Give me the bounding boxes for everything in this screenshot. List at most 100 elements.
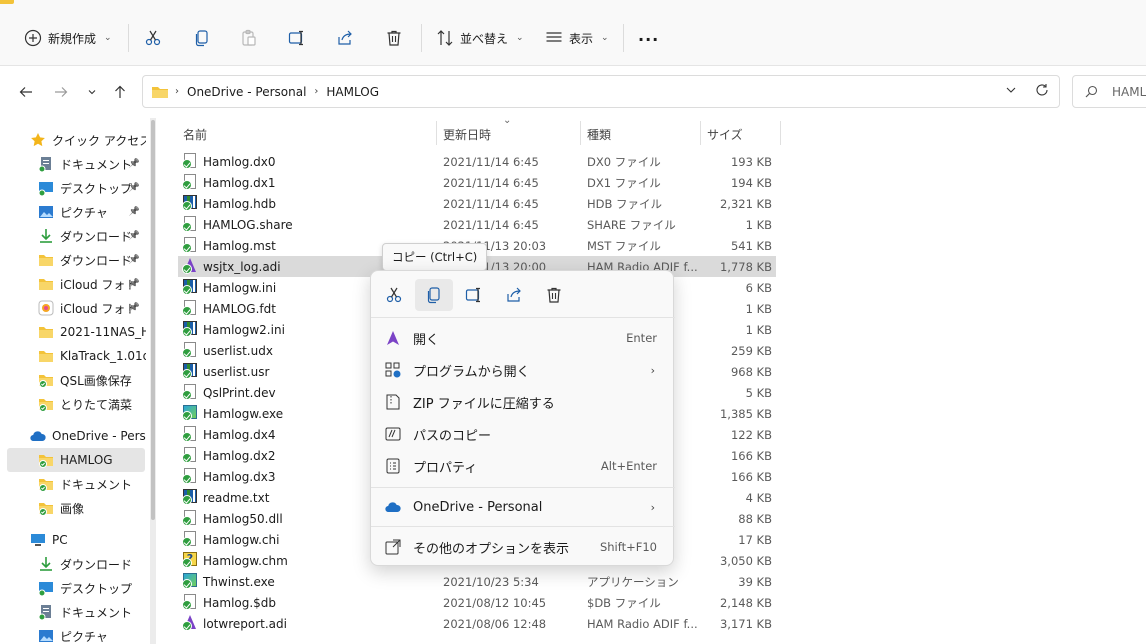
nav-item[interactable]: デスクトップ 📌 [0, 176, 146, 200]
menu-more-options[interactable]: その他のオプションを表示 Shift+F10 [375, 532, 671, 562]
file-row[interactable]: Thwinst.exe 2021/10/23 5:34 アプリケーション 39 KB [178, 571, 776, 592]
pc-icon [30, 532, 46, 548]
rename-button[interactable] [288, 22, 306, 54]
ctx-cut-button[interactable] [375, 279, 413, 311]
file-name: HAMLOG.share [203, 217, 293, 232]
nav-item-label: ピクチャ [60, 205, 108, 220]
sort-button[interactable]: 並べ替え ⌄ [436, 22, 524, 54]
hamlog-file-icon [182, 489, 198, 505]
up-button[interactable] [108, 80, 132, 104]
copy-button[interactable] [193, 22, 211, 54]
column-header-date[interactable]: 更新日時 [443, 124, 491, 144]
share-icon [338, 30, 352, 45]
file-type: SHARE ファイル [587, 217, 676, 232]
address-bar[interactable]: › OneDrive - Personal › HAMLOG [142, 75, 1060, 108]
recent-locations-button[interactable] [80, 80, 104, 104]
copy-path-icon [385, 427, 401, 441]
nav-item[interactable]: ドキュメント [0, 600, 146, 624]
new-button[interactable]: 新規作成 ⌄ [24, 22, 112, 54]
ctx-share-button[interactable] [495, 279, 533, 311]
nav-item[interactable]: iCloud フォト 📌 [0, 296, 146, 320]
nav-item[interactable]: 2021-11NAS_HD [0, 320, 146, 344]
nav-item[interactable]: iCloud フォト 📌 [0, 272, 146, 296]
nav-item[interactable]: ピクチャ 📌 [0, 200, 146, 224]
file-size: 2,321 KB [719, 196, 772, 211]
paste-icon [242, 29, 256, 46]
search-box[interactable]: HAML [1072, 75, 1146, 108]
nav-item[interactable]: OneDrive - Persor [0, 424, 146, 448]
desktop-icon [38, 580, 54, 597]
share-button[interactable] [336, 22, 354, 54]
menu-onedrive[interactable]: OneDrive - Personal › [375, 492, 671, 522]
folder-icon [38, 348, 54, 364]
nav-item-label: ドキュメント [60, 157, 133, 172]
menu-properties[interactable]: プロパティ Alt+Enter [375, 451, 671, 481]
nav-item[interactable]: ドキュメント 📌 [0, 152, 146, 176]
column-divider[interactable] [580, 121, 581, 145]
ctx-delete-button[interactable] [535, 279, 573, 311]
file-row[interactable]: Hamlog.dx0 2021/11/14 6:45 DX0 ファイル 193 KB [178, 151, 776, 172]
refresh-button[interactable] [1035, 83, 1049, 100]
column-header-size[interactable]: サイズ [707, 124, 743, 144]
file-row[interactable]: Hamlog.hdb 2021/11/14 6:45 HDB ファイル 2,321 K… [178, 193, 776, 214]
file-row[interactable]: HAMLOG.share 2021/11/14 6:45 SHARE ファイル 1 K… [178, 214, 776, 235]
forward-button[interactable] [49, 80, 73, 104]
file-name: Hamlog.mst [203, 238, 276, 253]
nav-scrollbar-thumb[interactable] [151, 120, 155, 520]
paste-button[interactable] [240, 22, 258, 54]
column-header-type[interactable]: 種類 [587, 124, 611, 144]
file-row[interactable]: lotwreport.adi 2021/08/06 12:48 HAM Radio … [178, 613, 776, 634]
nav-item[interactable]: クイック アクセス [0, 128, 146, 152]
hamlog-file-icon [182, 195, 198, 211]
back-button[interactable] [14, 80, 38, 104]
ctx-copy-button[interactable] [415, 279, 453, 311]
column-divider[interactable] [780, 121, 781, 145]
nav-item[interactable]: HAMLOG [7, 448, 145, 472]
breadcrumb-hamlog[interactable]: HAMLOG [326, 85, 379, 99]
file-name: Hamlogw2.ini [203, 322, 285, 337]
address-dropdown-button[interactable] [1005, 84, 1017, 99]
file-size: 122 KB [730, 427, 772, 442]
nav-item[interactable]: ダウンロード 📌 [0, 224, 146, 248]
nav-item[interactable]: KlaTrack_1.01d_v [0, 344, 146, 368]
nav-item[interactable]: PC [0, 528, 146, 552]
nav-item[interactable]: 画像 [0, 496, 146, 520]
documents-icon [38, 604, 54, 621]
file-name: HAMLOG.fdt [203, 301, 276, 316]
more-button[interactable]: ... [638, 22, 659, 54]
menu-open-with[interactable]: プログラムから開く › [375, 355, 671, 385]
nav-item[interactable]: QSL画像保存 [0, 368, 146, 392]
nav-item[interactable]: デスクトップ [0, 576, 146, 600]
properties-icon [386, 458, 400, 474]
file-date: 2021/10/23 5:34 [443, 574, 539, 589]
delete-button[interactable] [385, 22, 403, 54]
submenu-chevron-icon: › [650, 363, 655, 377]
nav-item[interactable]: ドキュメント [0, 472, 146, 496]
view-button[interactable]: 表示 ⌄ [545, 22, 609, 54]
context-menu: 開く Enter プログラムから開く › ZIP ファイルに圧縮する パスのコピ… [370, 270, 675, 566]
column-divider[interactable] [700, 121, 701, 145]
column-header-name[interactable]: 名前 [183, 124, 207, 144]
file-row[interactable]: Hamlog.$db 2021/08/12 10:45 $DB ファイル 2,148 … [178, 592, 776, 613]
column-divider[interactable] [436, 121, 437, 145]
file-synced-icon [182, 447, 198, 463]
nav-scrollbar[interactable] [150, 118, 156, 644]
file-size: 193 KB [730, 154, 772, 169]
file-name: Hamlog.hdb [203, 196, 277, 211]
nav-item[interactable]: ピクチャ [0, 624, 146, 644]
nav-item[interactable]: ダウンロード [0, 552, 146, 576]
cut-button[interactable] [144, 22, 162, 54]
menu-zip[interactable]: ZIP ファイルに圧縮する [375, 387, 671, 417]
file-synced-icon [182, 300, 198, 316]
nav-item[interactable]: とりたて満菜 [0, 392, 146, 416]
menu-open[interactable]: 開く Enter [375, 323, 671, 353]
file-row[interactable]: Hamlog.dx1 2021/11/14 6:45 DX1 ファイル 194 KB [178, 172, 776, 193]
file-synced-icon [182, 384, 198, 400]
breadcrumb-onedrive[interactable]: OneDrive - Personal [187, 85, 306, 99]
star-icon [30, 132, 46, 148]
nav-item-label: ダウンロード [60, 229, 133, 244]
menu-copy-path[interactable]: パスのコピー [375, 419, 671, 449]
ctx-rename-button[interactable] [455, 279, 493, 311]
navigation-pane: クイック アクセス ドキュメント 📌 デスクトップ 📌 ピクチャ 📌 ダウンロード 📌 ダウンロー… [0, 118, 150, 644]
nav-item[interactable]: ダウンロード 📌 [0, 248, 146, 272]
